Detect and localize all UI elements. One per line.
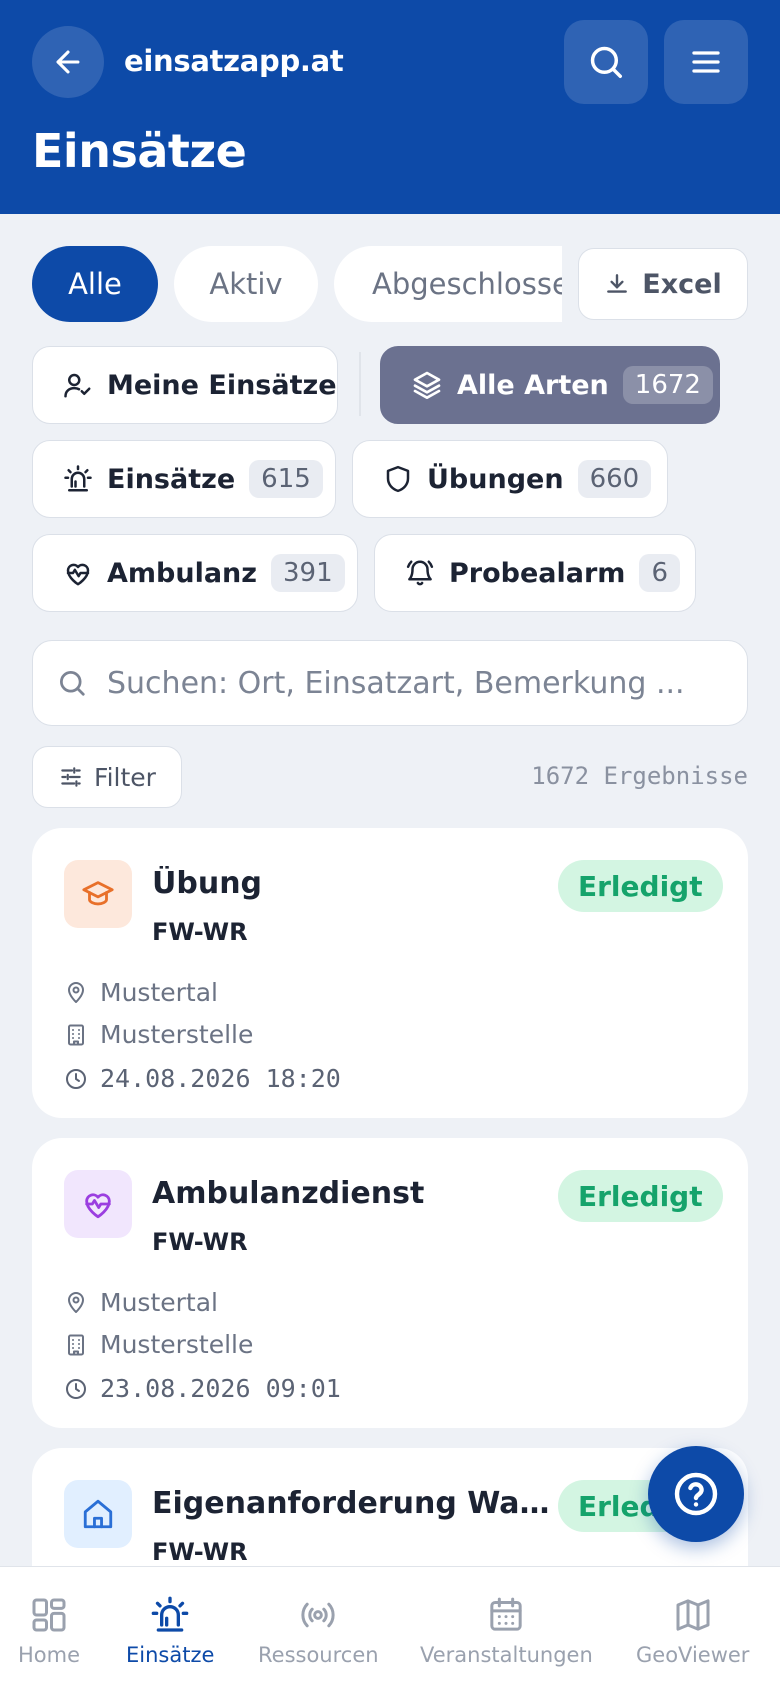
incident-org: FW-WR — [152, 918, 248, 946]
location-text: Mustertal — [100, 1288, 218, 1317]
nav-geoviewer[interactable]: GeoViewer — [636, 1567, 749, 1688]
chip-ambulanz[interactable]: Ambulanz 391 — [32, 534, 358, 612]
map-pin-icon — [68, 1291, 84, 1313]
site-text: Musterstelle — [100, 1020, 254, 1049]
hamburger-menu-icon — [692, 51, 720, 73]
site-row: Musterstelle — [64, 1330, 253, 1359]
heart-pulse-icon — [85, 1193, 111, 1219]
excel-export-button[interactable]: Excel — [578, 248, 748, 320]
home-icon — [83, 1499, 113, 1529]
site-row: Musterstelle — [64, 1020, 253, 1049]
chip-uebungen[interactable]: Übungen 660 — [352, 440, 668, 518]
siren-icon — [151, 1596, 189, 1632]
nav-label: Home — [18, 1643, 81, 1667]
incident-type: Eigenanforderung Wasse... — [152, 1486, 552, 1521]
datetime-text: 23.08.2026 09:01 — [100, 1374, 341, 1403]
graduation-cap-icon — [82, 881, 114, 906]
chip-probealarm[interactable]: Probealarm 6 — [374, 534, 696, 612]
app-header: einsatzapp.at Einsätze — [0, 0, 780, 214]
site-name: einsatzapp.at — [124, 44, 344, 78]
location-row: Mustertal — [64, 978, 218, 1007]
nav-label: GeoViewer — [636, 1643, 750, 1667]
status-badge: Erledigt — [558, 860, 723, 912]
search-field[interactable] — [32, 640, 748, 726]
tab-alle[interactable]: Alle — [32, 246, 158, 322]
page-title: Einsätze — [32, 124, 247, 178]
heart-pulse-icon — [66, 563, 90, 586]
chip-meine-einsaetze[interactable]: Meine Einsätze — [32, 346, 338, 424]
incident-card[interactable]: Übung FW-WR Erledigt Mustertal Musterste… — [32, 828, 748, 1118]
site-text: Musterstelle — [100, 1330, 254, 1359]
chip-count: 660 — [577, 460, 652, 498]
time-row: 23.08.2026 09:01 — [64, 1374, 341, 1403]
incident-type: Übung — [152, 866, 263, 901]
map-icon — [676, 1599, 710, 1631]
nav-veranstaltungen[interactable]: Veranstaltungen — [420, 1567, 593, 1688]
search-icon — [60, 671, 85, 696]
incident-type: Ambulanzdienst — [152, 1176, 425, 1211]
status-tabs: Alle Aktiv Abgeschlossen — [32, 246, 562, 322]
chip-count: 615 — [249, 460, 323, 498]
search-icon — [590, 46, 622, 78]
nav-ressourcen[interactable]: Ressourcen — [258, 1567, 379, 1688]
incident-type-badge — [64, 1480, 132, 1548]
chip-alle-arten[interactable]: Alle Arten 1672 — [380, 346, 720, 424]
user-check-icon — [64, 373, 91, 398]
shield-icon — [386, 465, 410, 493]
back-button[interactable] — [32, 26, 104, 98]
incident-card[interactable]: Ambulanzdienst FW-WR Erledigt Mustertal … — [32, 1138, 748, 1428]
building-icon — [68, 1024, 84, 1045]
radio-broadcast-icon — [301, 1602, 335, 1628]
incident-org: FW-WR — [152, 1228, 248, 1256]
arrow-left-icon — [56, 50, 80, 74]
bottom-navigation: Home Einsätze Ressourcen Veranstaltungen… — [0, 1566, 780, 1688]
chip-count: 6 — [639, 554, 680, 592]
clock-icon — [66, 1378, 86, 1399]
nav-einsaetze[interactable]: Einsätze — [126, 1567, 214, 1688]
map-pin-icon — [68, 981, 84, 1003]
search-input[interactable] — [107, 665, 707, 701]
calendar-icon — [490, 1597, 523, 1631]
sliders-icon — [61, 767, 81, 787]
incident-org: FW-WR — [152, 1538, 248, 1566]
help-button[interactable] — [648, 1446, 744, 1542]
nav-label: Einsätze — [126, 1643, 215, 1667]
chip-label: Probealarm — [449, 557, 626, 589]
chip-label: Einsätze — [107, 463, 236, 495]
bell-ring-icon — [406, 560, 434, 586]
tab-aktiv[interactable]: Aktiv — [174, 246, 318, 322]
building-icon — [68, 1334, 84, 1355]
filter-button[interactable]: Filter — [32, 746, 182, 808]
menu-button[interactable] — [664, 20, 748, 104]
chip-count: 391 — [271, 554, 345, 592]
layers-icon — [413, 371, 441, 399]
status-badge: Erledigt — [558, 1170, 723, 1222]
incident-type-badge — [64, 1170, 132, 1238]
help-circle-icon — [674, 1472, 718, 1516]
tab-abgeschlossen[interactable]: Abgeschlossen — [334, 246, 562, 322]
excel-label: Excel — [642, 268, 722, 300]
nav-label: Ressourcen — [258, 1643, 379, 1667]
chip-einsaetze[interactable]: Einsätze 615 — [32, 440, 336, 518]
chip-label: Meine Einsätze — [107, 369, 337, 401]
results-count: 1672 Ergebnisse — [531, 762, 748, 790]
filter-label: Filter — [94, 762, 156, 792]
chip-label: Ambulanz — [107, 557, 257, 589]
time-row: 24.08.2026 18:20 — [64, 1064, 341, 1093]
dashboard-grid-icon — [32, 1598, 66, 1632]
clock-icon — [66, 1068, 86, 1089]
chip-count: 1672 — [622, 366, 713, 404]
location-row: Mustertal — [64, 1288, 218, 1317]
nav-label: Veranstaltungen — [420, 1643, 593, 1667]
nav-home[interactable]: Home — [18, 1567, 80, 1688]
search-button[interactable] — [564, 20, 648, 104]
download-icon — [607, 274, 628, 293]
datetime-text: 24.08.2026 18:20 — [100, 1064, 341, 1093]
siren-icon — [64, 465, 92, 492]
chip-label: Alle Arten — [457, 369, 609, 401]
chip-label: Übungen — [427, 463, 564, 495]
chip-divider — [359, 352, 361, 416]
incident-type-badge — [64, 860, 132, 928]
location-text: Mustertal — [100, 978, 218, 1007]
